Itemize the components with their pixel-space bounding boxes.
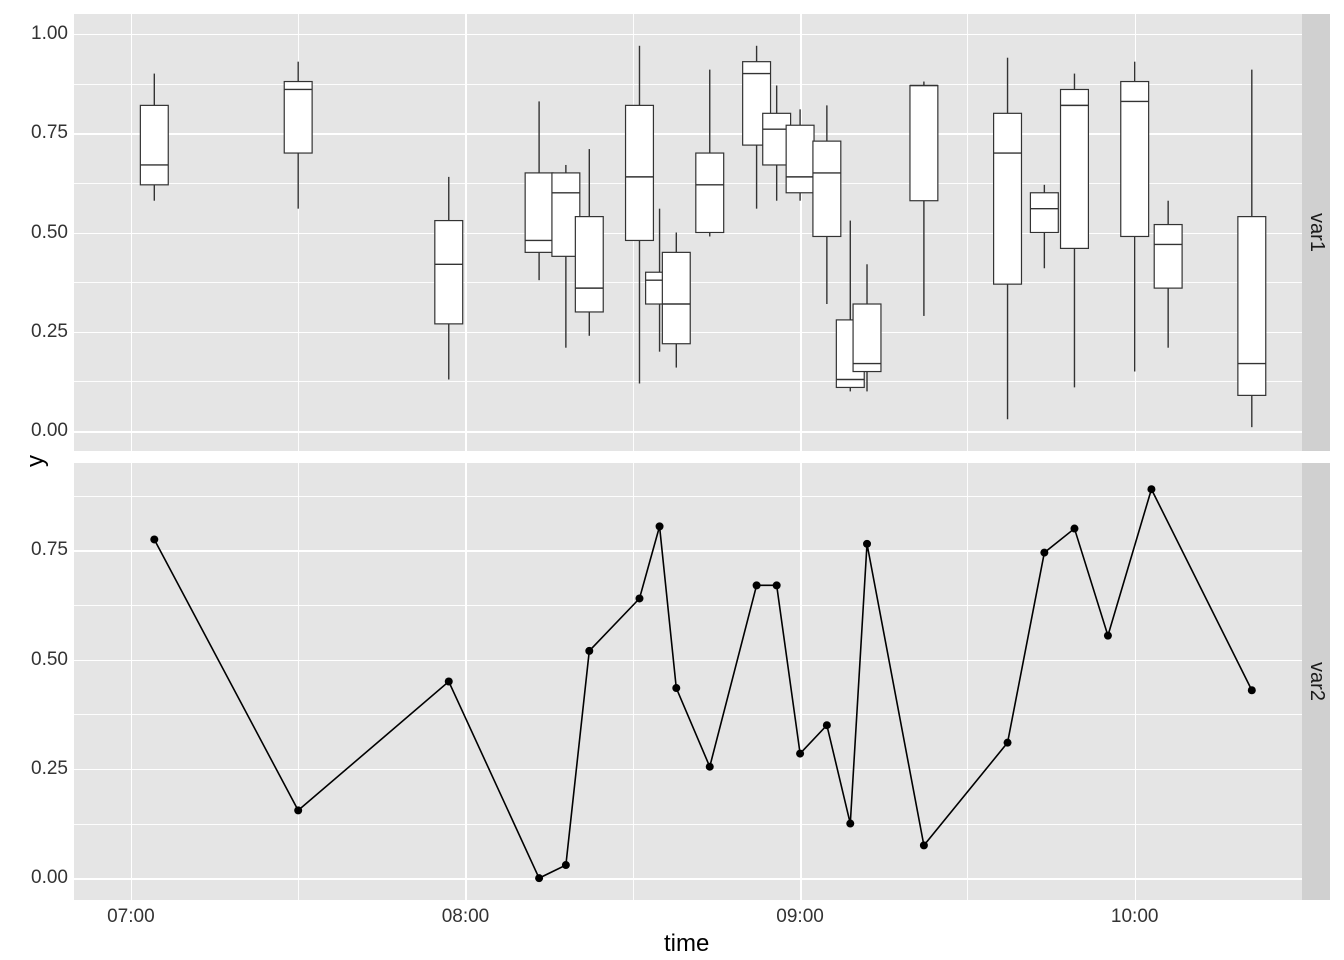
y-tick-label: 0.25 [8, 321, 68, 343]
x-tick-label: 09:00 [770, 906, 830, 928]
data-point [1248, 686, 1256, 694]
data-point [294, 806, 302, 814]
y-tick-label: 0.50 [8, 222, 68, 244]
data-point [706, 763, 714, 771]
panel-var2-svg [0, 0, 1344, 960]
y-tick-label: 0.00 [8, 867, 68, 889]
data-point [150, 535, 158, 543]
line-series [154, 489, 1252, 878]
data-point [1104, 632, 1112, 640]
x-tick-label: 07:00 [101, 906, 161, 928]
data-point [635, 594, 643, 602]
faceted-chart: var1 var2 y time 0.000.250.500.751.000.0… [0, 0, 1344, 960]
data-point [535, 874, 543, 882]
data-point [656, 522, 664, 530]
data-point [773, 581, 781, 589]
y-tick-label: 0.00 [8, 420, 68, 442]
data-point [920, 841, 928, 849]
data-point [1004, 739, 1012, 747]
data-point [753, 581, 761, 589]
data-point [585, 647, 593, 655]
x-tick-label: 08:00 [435, 906, 495, 928]
data-point [1040, 549, 1048, 557]
data-point [672, 684, 680, 692]
y-tick-label: 0.75 [8, 539, 68, 561]
data-point [846, 820, 854, 828]
x-tick-label: 10:00 [1105, 906, 1165, 928]
y-tick-label: 0.75 [8, 122, 68, 144]
data-point [863, 540, 871, 548]
data-point [445, 678, 453, 686]
y-tick-label: 1.00 [8, 23, 68, 45]
data-point [796, 750, 804, 758]
data-point [1070, 525, 1078, 533]
data-point [1147, 485, 1155, 493]
y-tick-label: 0.50 [8, 649, 68, 671]
y-tick-label: 0.25 [8, 758, 68, 780]
data-point [562, 861, 570, 869]
data-point [823, 721, 831, 729]
